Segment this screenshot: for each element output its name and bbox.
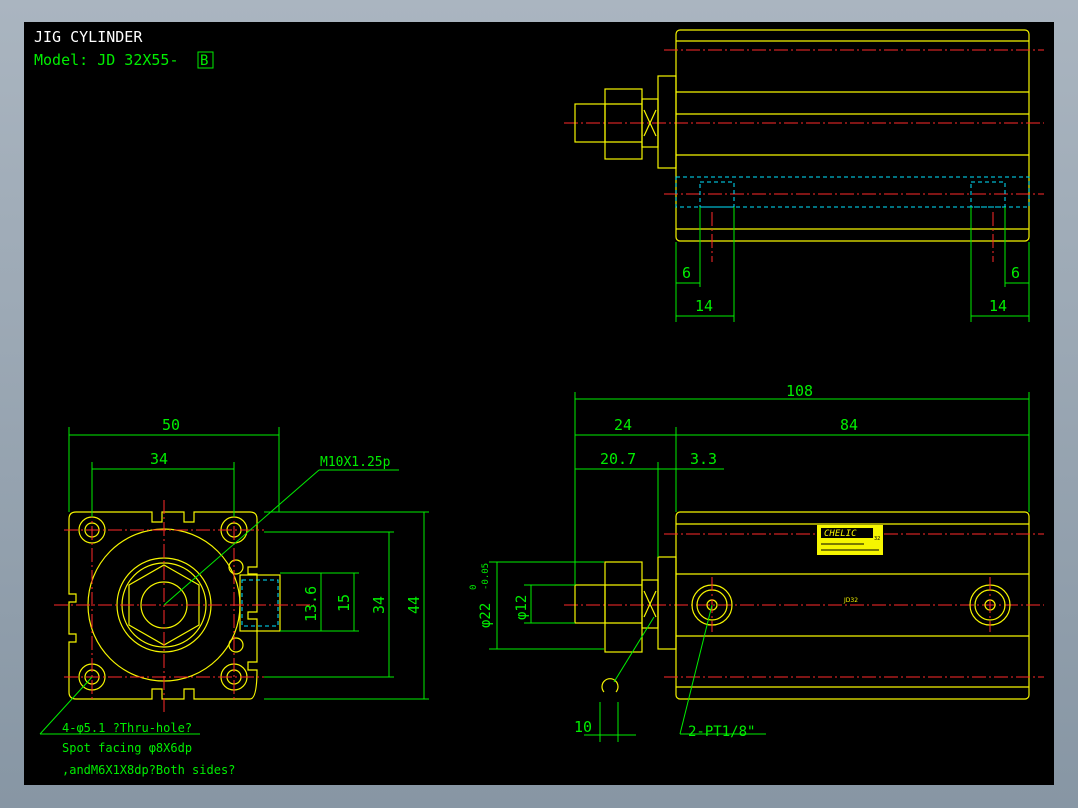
front-view: 50 34 13.6 15 34 44 M10X1.25p 4-φ5.1 ?Th… xyxy=(39,416,429,777)
dim-side-phi22-tol-top: 0 xyxy=(469,585,479,590)
dim-top-right-14: 14 xyxy=(989,297,1007,315)
title-line2: Model: JD 32X55- xyxy=(34,51,179,69)
title-line1: JIG CYLINDER xyxy=(34,28,143,46)
top-nut xyxy=(604,88,643,160)
model-box-letter: B xyxy=(200,53,208,69)
dim-side-20-7: 20.7 xyxy=(600,450,636,468)
side-rod-end xyxy=(574,584,606,624)
brand-plate-text: CHELIC xyxy=(824,529,857,539)
dim-side-84: 84 xyxy=(840,416,858,434)
dim-side-108: 108 xyxy=(786,382,813,400)
port-callout: 2-PT1/8" xyxy=(688,724,755,740)
dim-front-34w: 34 xyxy=(150,450,168,468)
dim-top-left-6: 6 xyxy=(682,264,691,282)
dim-front-15: 15 xyxy=(335,594,353,612)
hole-note-1: 4-φ5.1 ?Thru-hole? xyxy=(62,721,192,735)
side-nut xyxy=(604,561,643,653)
cad-drawing: JIG CYLINDER Model: JD 32X55- B 6 14 6 1… xyxy=(34,28,1044,777)
dim-front-34h: 34 xyxy=(370,596,388,614)
front-body-profile xyxy=(68,511,258,700)
dim-side-10: 10 xyxy=(574,718,592,736)
window-frame: JIG CYLINDER Model: JD 32X55- B 6 14 6 1… xyxy=(0,0,1078,808)
drawing-canvas[interactable]: JIG CYLINDER Model: JD 32X55- B 6 14 6 1… xyxy=(24,22,1054,785)
hole-note-3: ,andM6X1X8dp?Both sides? xyxy=(62,763,235,777)
dim-front-44: 44 xyxy=(405,596,423,614)
body-label: JD32 xyxy=(843,597,858,604)
dim-top-right-6: 6 xyxy=(1011,264,1020,282)
dim-side-3-3: 3.3 xyxy=(690,450,717,468)
top-body xyxy=(675,29,1030,242)
dim-side-phi12: φ12 xyxy=(514,595,530,620)
dim-top-left-14: 14 xyxy=(695,297,713,315)
top-view: 6 14 6 14 xyxy=(564,29,1044,322)
dim-side-phi22: φ22 xyxy=(478,603,494,628)
thread-callout: M10X1.25p xyxy=(320,455,391,470)
dim-side-phi22-tol-bot: -0.05 xyxy=(481,563,491,590)
dim-front-50: 50 xyxy=(162,416,180,434)
brand-plate-small: 32 xyxy=(874,536,880,542)
dim-front-13-6: 13.6 xyxy=(302,586,320,622)
hole-note-2: Spot facing φ8X6dp xyxy=(62,741,192,755)
dim-side-24: 24 xyxy=(614,416,632,434)
side-view: CHELIC 32 JD32 108 24 84 20.7 3.3 φ22 0 … xyxy=(469,382,1044,742)
